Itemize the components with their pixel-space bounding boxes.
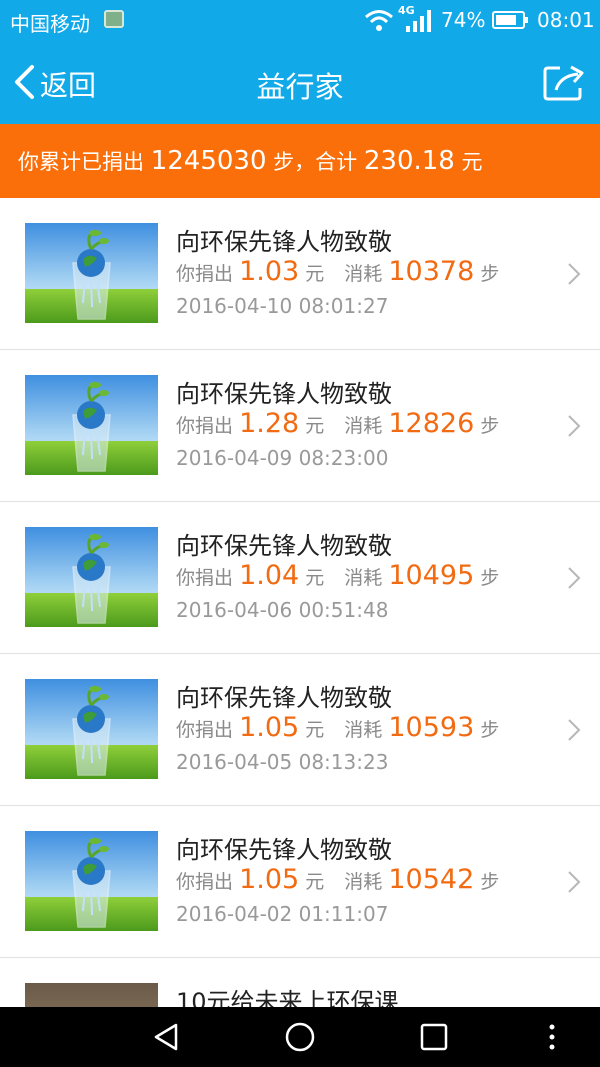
steps-consumed: 12826 [388, 408, 475, 439]
donation-amount: 1.05 [239, 864, 300, 895]
consume-label: 消耗 [344, 415, 383, 437]
donation-datetime: 2016-04-06 00:51:48 [176, 598, 389, 622]
donation-detail: 你捐出 1.05 元 消耗 10593 步 [176, 712, 499, 743]
page-title: 益行家 [256, 70, 344, 104]
donation-datetime: 2016-04-09 08:23:00 [176, 446, 389, 470]
chevron-right-icon [568, 719, 581, 741]
summary-prefix: 你累计已捐出 [18, 150, 144, 174]
project-thumbnail [25, 983, 158, 1007]
consume-label: 消耗 [344, 719, 383, 741]
donation-list: 向环保先锋人物致敬 你捐出 1.03 元 消耗 10378 步 2016-04-… [0, 198, 600, 1007]
donation-datetime: 2016-04-10 08:01:27 [176, 294, 389, 318]
project-title: 向环保先锋人物致敬 [176, 228, 392, 256]
project-title: 向环保先锋人物致敬 [176, 684, 392, 712]
project-thumbnail [25, 527, 158, 627]
circle-home-icon[interactable] [284, 1021, 316, 1053]
summary-suffix: 元 [461, 150, 483, 174]
donation-amount: 1.04 [239, 560, 300, 591]
square-recent-icon[interactable] [418, 1021, 450, 1053]
donate-label: 你捐出 [176, 263, 234, 285]
chevron-right-icon [568, 263, 581, 285]
donate-label: 你捐出 [176, 871, 234, 893]
consume-label: 消耗 [344, 871, 383, 893]
consume-label: 消耗 [344, 567, 383, 589]
donation-detail: 你捐出 1.05 元 消耗 10542 步 [176, 864, 499, 895]
chevron-right-icon [568, 415, 581, 437]
steps-consumed: 10378 [388, 256, 475, 287]
share-icon[interactable] [542, 62, 586, 102]
project-title: 10元给未来上环保课 [176, 988, 399, 1007]
steps-unit: 步 [480, 871, 500, 893]
yuan-unit: 元 [305, 263, 325, 285]
battery-icon [492, 11, 528, 29]
chevron-right-icon [568, 567, 581, 589]
yuan-unit: 元 [305, 415, 325, 437]
chevron-right-icon [568, 871, 581, 893]
steps-unit: 步 [480, 719, 500, 741]
donation-record[interactable]: 向环保先锋人物致敬 你捐出 1.05 元 消耗 10542 步 2016-04-… [0, 806, 600, 958]
donation-amount: 1.03 [239, 256, 300, 287]
steps-unit: 步 [480, 263, 500, 285]
status-bar: 中国移动 4G 74% 08:01 [0, 0, 600, 40]
summary-total-amount: 230.18 [363, 146, 455, 176]
donation-detail: 你捐出 1.04 元 消耗 10495 步 [176, 560, 499, 591]
project-title: 向环保先锋人物致敬 [176, 532, 392, 560]
steps-unit: 步 [480, 415, 500, 437]
donation-summary-banner: 你累计已捐出 1245030 步，合计 230.18 元 [0, 124, 600, 198]
summary-total-steps: 1245030 [150, 146, 267, 176]
steps-consumed: 10495 [388, 560, 475, 591]
consume-label: 消耗 [344, 263, 383, 285]
triangle-back-icon[interactable] [150, 1021, 182, 1053]
project-thumbnail [25, 375, 158, 475]
donation-datetime: 2016-04-05 08:13:23 [176, 750, 389, 774]
dots-menu-icon[interactable] [536, 1021, 568, 1053]
steps-consumed: 10542 [388, 864, 475, 895]
steps-consumed: 10593 [388, 712, 475, 743]
project-thumbnail [25, 679, 158, 779]
donation-detail: 你捐出 1.28 元 消耗 12826 步 [176, 408, 499, 439]
yuan-unit: 元 [305, 567, 325, 589]
donation-record[interactable]: 向环保先锋人物致敬 你捐出 1.03 元 消耗 10378 步 2016-04-… [0, 198, 600, 350]
clock: 08:01 [537, 8, 595, 32]
project-title: 向环保先锋人物致敬 [176, 380, 392, 408]
summary-middle: 步，合计 [273, 150, 358, 174]
donation-record[interactable]: 10元给未来上环保课 [0, 958, 600, 1007]
donation-amount: 1.28 [239, 408, 300, 439]
wifi-icon [365, 10, 393, 31]
signal-icon [406, 10, 431, 32]
donation-datetime: 2016-04-02 01:11:07 [176, 902, 389, 926]
donation-record[interactable]: 向环保先锋人物致敬 你捐出 1.05 元 消耗 10593 步 2016-04-… [0, 654, 600, 806]
donation-record[interactable]: 向环保先锋人物致敬 你捐出 1.04 元 消耗 10495 步 2016-04-… [0, 502, 600, 654]
sim-app-icon [104, 10, 124, 28]
system-navigation-bar [0, 1007, 600, 1067]
donate-label: 你捐出 [176, 415, 234, 437]
project-title: 向环保先锋人物致敬 [176, 836, 392, 864]
project-thumbnail [25, 831, 158, 931]
yuan-unit: 元 [305, 871, 325, 893]
project-thumbnail [25, 223, 158, 323]
steps-unit: 步 [480, 567, 500, 589]
app-header: 返回 益行家 [0, 40, 600, 124]
donation-record[interactable]: 向环保先锋人物致敬 你捐出 1.28 元 消耗 12826 步 2016-04-… [0, 350, 600, 502]
donate-label: 你捐出 [176, 719, 234, 741]
donate-label: 你捐出 [176, 567, 234, 589]
donation-amount: 1.05 [239, 712, 300, 743]
carrier-name: 中国移动 [10, 12, 90, 36]
donation-detail: 你捐出 1.03 元 消耗 10378 步 [176, 256, 499, 287]
battery-percent: 74% [441, 8, 486, 32]
yuan-unit: 元 [305, 719, 325, 741]
